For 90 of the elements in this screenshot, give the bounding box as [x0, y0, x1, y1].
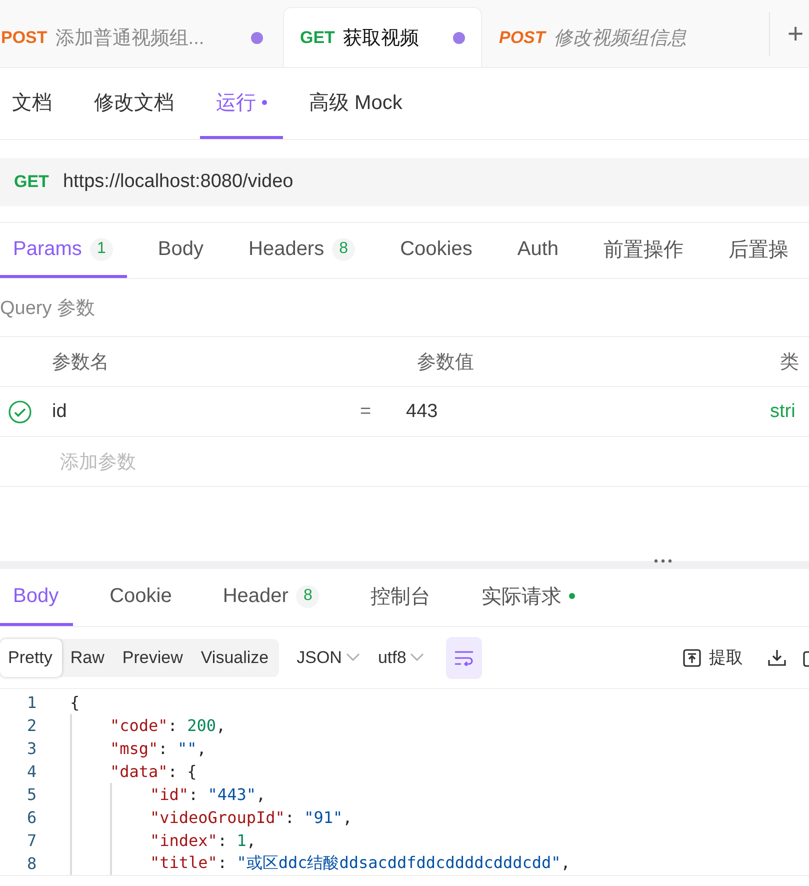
tab-label: Body	[13, 584, 59, 608]
tab-label: Header	[222, 584, 288, 608]
request-section-tab[interactable]: Cookies	[386, 223, 486, 278]
line-number: 5	[26, 785, 38, 804]
tab-title: 修改视频组信息	[553, 26, 688, 50]
param-type: stri	[770, 400, 796, 422]
tab-label: Body	[158, 238, 204, 260]
mode-tab[interactable]: 文档	[0, 68, 68, 139]
code-line: "code": 200,	[110, 716, 226, 735]
column-header: 参数名	[52, 350, 110, 374]
code-line: "id": "443",	[150, 785, 266, 804]
request-section-tab[interactable]: Headers 8	[234, 223, 370, 278]
download-icon	[767, 648, 787, 666]
code-line: "videoGroupId": "91",	[150, 808, 352, 827]
tab-label: 运行	[216, 90, 256, 116]
tab-label: Params	[13, 238, 82, 260]
request-section-tab[interactable]: 后置操	[714, 223, 803, 278]
tab-label: 实际请求	[481, 584, 562, 610]
new-tab-button[interactable]: +	[769, 12, 809, 56]
operator: =	[360, 400, 372, 422]
response-tab[interactable]: 控制台	[356, 569, 444, 626]
section-title: Query 参数	[0, 296, 96, 320]
code-line: {	[70, 693, 80, 712]
response-tab[interactable]: Cookie	[96, 569, 186, 626]
select-value: utf8	[378, 648, 406, 668]
wrap-lines-button[interactable]	[446, 636, 482, 678]
copy-button[interactable]	[803, 648, 809, 666]
line-number: 7	[26, 831, 38, 850]
tab-label: 文档	[12, 90, 52, 116]
line-number: 1	[26, 693, 38, 712]
count-badge: 1	[90, 238, 113, 260]
mode-tab[interactable]: 高级 Mock	[293, 68, 418, 139]
tab-label: 高级 Mock	[309, 90, 402, 116]
request-section-tab[interactable]: Auth	[503, 223, 573, 278]
tab-label: Headers	[248, 238, 324, 260]
tab-label: 控制台	[370, 584, 430, 610]
url-field[interactable]: GET https://localhost:8080/video	[0, 158, 809, 206]
request-section-tab[interactable]: 前置操作	[590, 223, 698, 278]
code-line: "index": 1,	[150, 831, 256, 850]
tab-title: 获取视频	[342, 26, 420, 50]
response-tab[interactable]: Header 8	[208, 569, 334, 626]
format-select[interactable]: JSON	[296, 648, 360, 668]
request-section-tab[interactable]: Params 1	[0, 223, 127, 278]
code-line: "title": "或区ddc结酸ddsacddfddcddddcdddcdd",	[150, 853, 570, 874]
line-number: 3	[26, 739, 38, 758]
tab-label: 修改文档	[94, 90, 174, 116]
method-label: GET	[300, 28, 335, 48]
wrap-icon	[454, 650, 474, 666]
chevron-down-icon	[410, 653, 424, 662]
response-tab[interactable]: Body	[0, 569, 73, 626]
line-number: 6	[26, 808, 38, 827]
code-line: "data": {	[110, 762, 197, 781]
checked-icon[interactable]	[8, 400, 32, 424]
view-mode-button[interactable]: Preview	[114, 638, 193, 676]
method-label: POST	[1, 28, 48, 48]
param-name: id	[52, 400, 68, 422]
drag-handle-icon[interactable]	[654, 559, 672, 563]
download-button[interactable]	[767, 648, 787, 666]
copy-icon	[803, 648, 809, 666]
tab-label: Cookies	[400, 238, 472, 260]
view-mode-button[interactable]: Raw	[62, 638, 114, 676]
line-number: 2	[26, 716, 38, 735]
view-mode-button[interactable]: Visualize	[192, 638, 279, 676]
view-mode-button[interactable]: Pretty	[0, 638, 62, 676]
column-header: 类	[780, 350, 800, 374]
count-badge: 8	[332, 238, 356, 260]
upload-box-icon	[683, 648, 701, 666]
response-tab[interactable]: 实际请求	[467, 569, 590, 626]
tab-label: Auth	[517, 238, 559, 260]
tab-title: 添加普通视频组...	[55, 26, 206, 50]
line-number: 8	[26, 854, 38, 873]
url-text: https://localhost:8080/video	[62, 171, 294, 193]
request-tab[interactable]: GET 获取视频	[283, 7, 482, 67]
mode-tab[interactable]: 运行	[200, 68, 283, 139]
extract-button[interactable]: 提取	[683, 646, 743, 669]
column-header: 参数值	[417, 350, 475, 374]
code-line: "msg": "",	[110, 739, 206, 758]
method-label: POST	[499, 28, 546, 48]
tab-label: Cookie	[110, 584, 172, 608]
count-badge: 8	[296, 584, 320, 608]
tab-label: 后置操	[728, 238, 789, 262]
request-section-tab[interactable]: Body	[144, 223, 218, 278]
line-number: 4	[26, 762, 38, 781]
chevron-down-icon	[346, 653, 360, 662]
method-label: GET	[14, 172, 49, 192]
tab-label: 前置操作	[604, 238, 684, 262]
mode-tab[interactable]: 修改文档	[78, 68, 190, 139]
param-value: 443	[406, 400, 439, 422]
encoding-select[interactable]: utf8	[378, 648, 424, 668]
select-value: JSON	[296, 648, 342, 668]
